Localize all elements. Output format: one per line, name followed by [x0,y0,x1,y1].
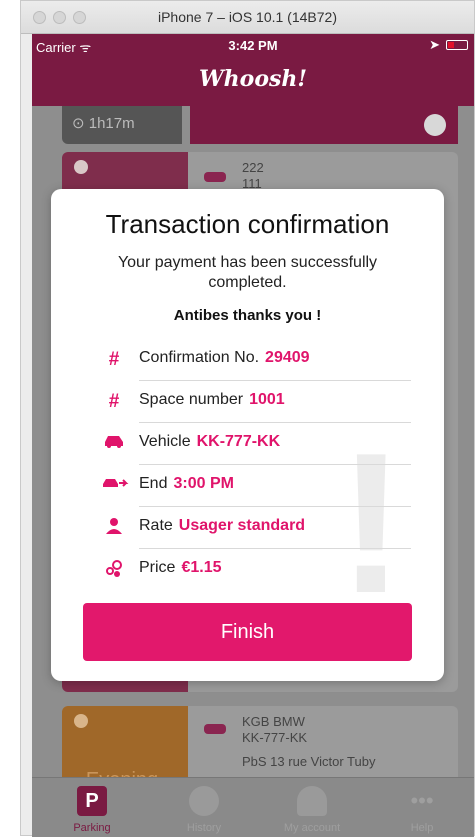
clock-icon [74,160,88,174]
detail-value: €1.15 [181,559,222,576]
detail-label: Price [139,559,176,576]
bg-timer: ⊙ 1h17m [62,106,182,144]
detail-label: Confirmation No. [139,349,260,366]
more-icon: ••• [410,788,434,813]
tab-history[interactable]: History [154,786,254,834]
bg-card2-address: PbS 13 rue Victor Tuby [242,754,376,769]
detail-value: 1001 [249,391,285,408]
parking-icon: P [77,786,107,816]
detail-row-price: Price €1.15 [101,549,411,591]
detail-row-confirmation: # Confirmation No. 29409 [101,339,411,381]
window-title: iPhone 7 – iOS 10.1 (14B72) [157,9,337,25]
hash-icon: # [108,391,120,412]
bg-card1-line1: 222 [242,160,264,175]
car-icon [204,724,226,734]
detail-row-rate: Rate Usager standard [101,507,411,549]
car-arrow-icon [101,475,129,497]
tab-label: Parking [73,822,111,834]
detail-text: Price €1.15 [139,559,222,577]
dialog-message: Your payment has been successfully compl… [117,254,378,291]
bg-card2-name: KGB BMW [242,714,305,729]
detail-label: Rate [139,517,173,534]
clock-icon [189,786,219,816]
bg-card2-plate: KK-777-KK [242,730,308,745]
person-icon [297,786,327,816]
bg-timer-value: 1h17m [88,115,135,132]
status-time: 3:42 PM [228,38,278,53]
detail-text: Space number 1001 [139,391,285,409]
detail-label: End [139,475,168,492]
finish-button[interactable]: Finish [83,603,412,661]
tab-label: History [186,822,222,834]
detail-value: KK-777-KK [196,433,281,450]
detail-value: 3:00 PM [173,475,234,492]
detail-label: Vehicle [139,433,191,450]
clock-icon [74,714,88,728]
transaction-confirmation-dialog: ! Transaction confirmation Your payment … [51,189,444,681]
tab-parking[interactable]: P Parking [42,786,142,834]
app-logo: Whoosh! [198,66,308,92]
detail-row-vehicle: Vehicle KK-777-KK [101,423,411,465]
detail-label: Space number [139,391,244,408]
detail-text: Vehicle KK-777-KK [139,433,280,451]
detail-text: Confirmation No. 29409 [139,349,310,367]
bg-extend-bar [190,106,458,144]
fast-forward-icon [424,114,446,136]
tab-label: Help [410,822,434,834]
detail-text: End 3:00 PM [139,475,234,493]
dialog-thanks: Antibes thanks you ! [173,307,322,324]
details-list: # Confirmation No. 29409 # Space number 10… [101,339,411,591]
tab-bar: P Parking History My account ••• Help [32,777,474,837]
tab-my-account[interactable]: My account [262,786,362,834]
battery-icon [446,40,468,50]
hash-icon: # [108,349,120,370]
detail-row-space: # Space number 1001 [101,381,411,423]
dialog-title: Transaction confirmation [105,209,390,239]
detail-row-end: End 3:00 PM [101,465,411,507]
detail-value: 29409 [265,349,310,366]
tab-help[interactable]: ••• Help [372,786,472,834]
detail-text: Rate Usager standard [139,517,305,535]
tab-label: My account [283,822,341,834]
nav-bar: Whoosh! [32,56,474,106]
status-bar: Carrier ᯤ 3:42 PM ➤ [32,34,474,56]
person-icon [101,517,127,539]
detail-value: Usager standard [178,517,306,534]
coins-icon [101,559,127,581]
window-titlebar: iPhone 7 – iOS 10.1 (14B72) [21,1,474,34]
car-icon [204,172,226,182]
car-icon [101,433,127,455]
location-icon: ➤ [429,37,440,52]
